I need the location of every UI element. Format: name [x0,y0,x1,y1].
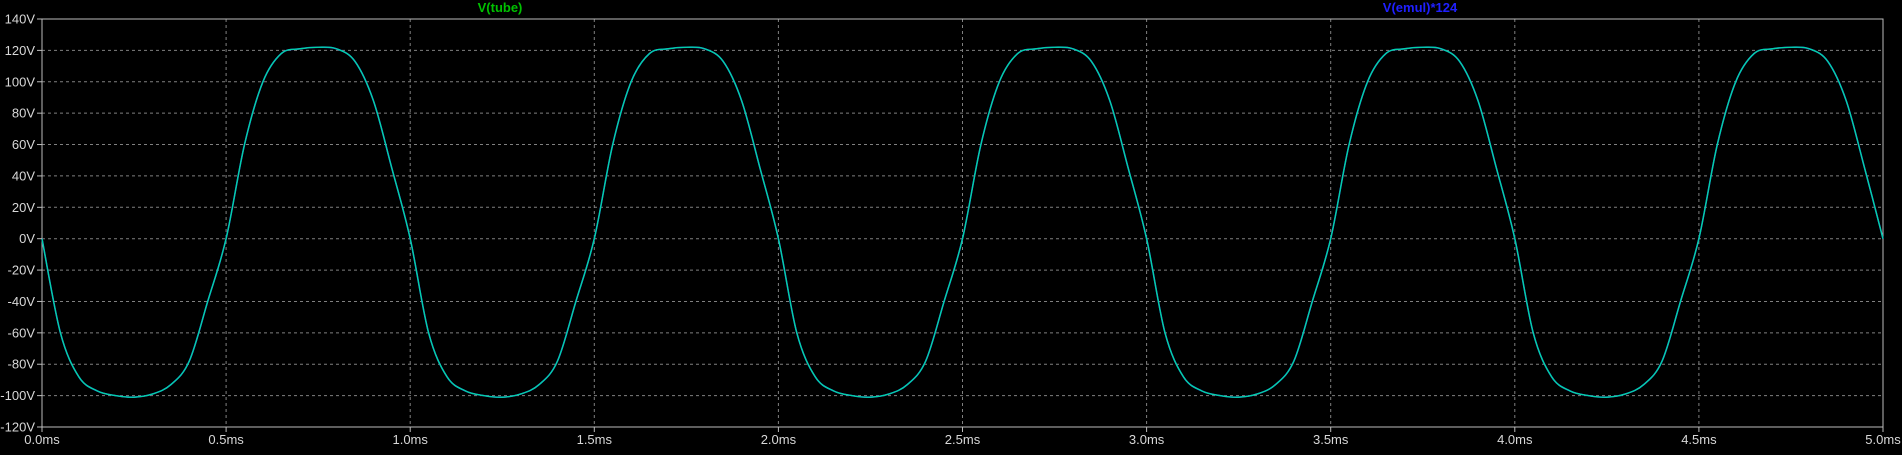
x-tick-label: 0.0ms [24,432,60,447]
y-tick-label: 100V [5,74,36,89]
x-tick-label: 5.0ms [1865,432,1901,447]
x-tick-label: 0.5ms [208,432,244,447]
y-tick-label: 80V [12,106,35,121]
legend: V(tube) V(emul)*124 [478,0,1458,15]
y-tick-label: -80V [8,357,36,372]
x-tick-label: 1.5ms [577,432,613,447]
y-tick-label: 120V [5,43,36,58]
grid [42,19,1883,427]
x-axis: 0.0ms 0.5ms 1.0ms 1.5ms 2.0ms 2.5ms 3.0ms 3.5ms… [24,427,1901,447]
x-tick-label: 1.0ms [392,432,428,447]
x-tick-label: 3.0ms [1129,432,1165,447]
y-tick-label: 40V [12,168,35,183]
y-tick-label: -100V [0,388,35,403]
legend-item-v-tube[interactable]: V(tube) [478,0,523,15]
y-axis: 140V 120V 100V 80V 60V 40V 20V 0V -20V -40V -60V -8… [0,12,42,435]
y-tick-label: 20V [12,200,35,215]
y-tick-label: 0V [19,231,35,246]
legend-item-v-emul[interactable]: V(emul)*124 [1383,0,1458,15]
x-tick-label: 4.0ms [1497,432,1533,447]
y-tick-label: -20V [8,263,36,278]
waveform-plot[interactable]: 140V 120V 100V 80V 60V 40V 20V 0V -20V -40V -60V -8… [0,0,1902,450]
y-tick-label: -40V [8,294,36,309]
y-tick-label: 60V [12,137,35,152]
plot-canvas[interactable]: 140V 120V 100V 80V 60V 40V 20V 0V -20V -40V -60V -8… [0,0,1902,450]
x-tick-label: 2.5ms [945,432,981,447]
x-tick-label: 3.5ms [1313,432,1349,447]
x-tick-label: 4.5ms [1681,432,1717,447]
y-tick-label: -60V [8,325,36,340]
y-tick-label: 140V [5,12,36,27]
x-tick-label: 2.0ms [761,432,797,447]
